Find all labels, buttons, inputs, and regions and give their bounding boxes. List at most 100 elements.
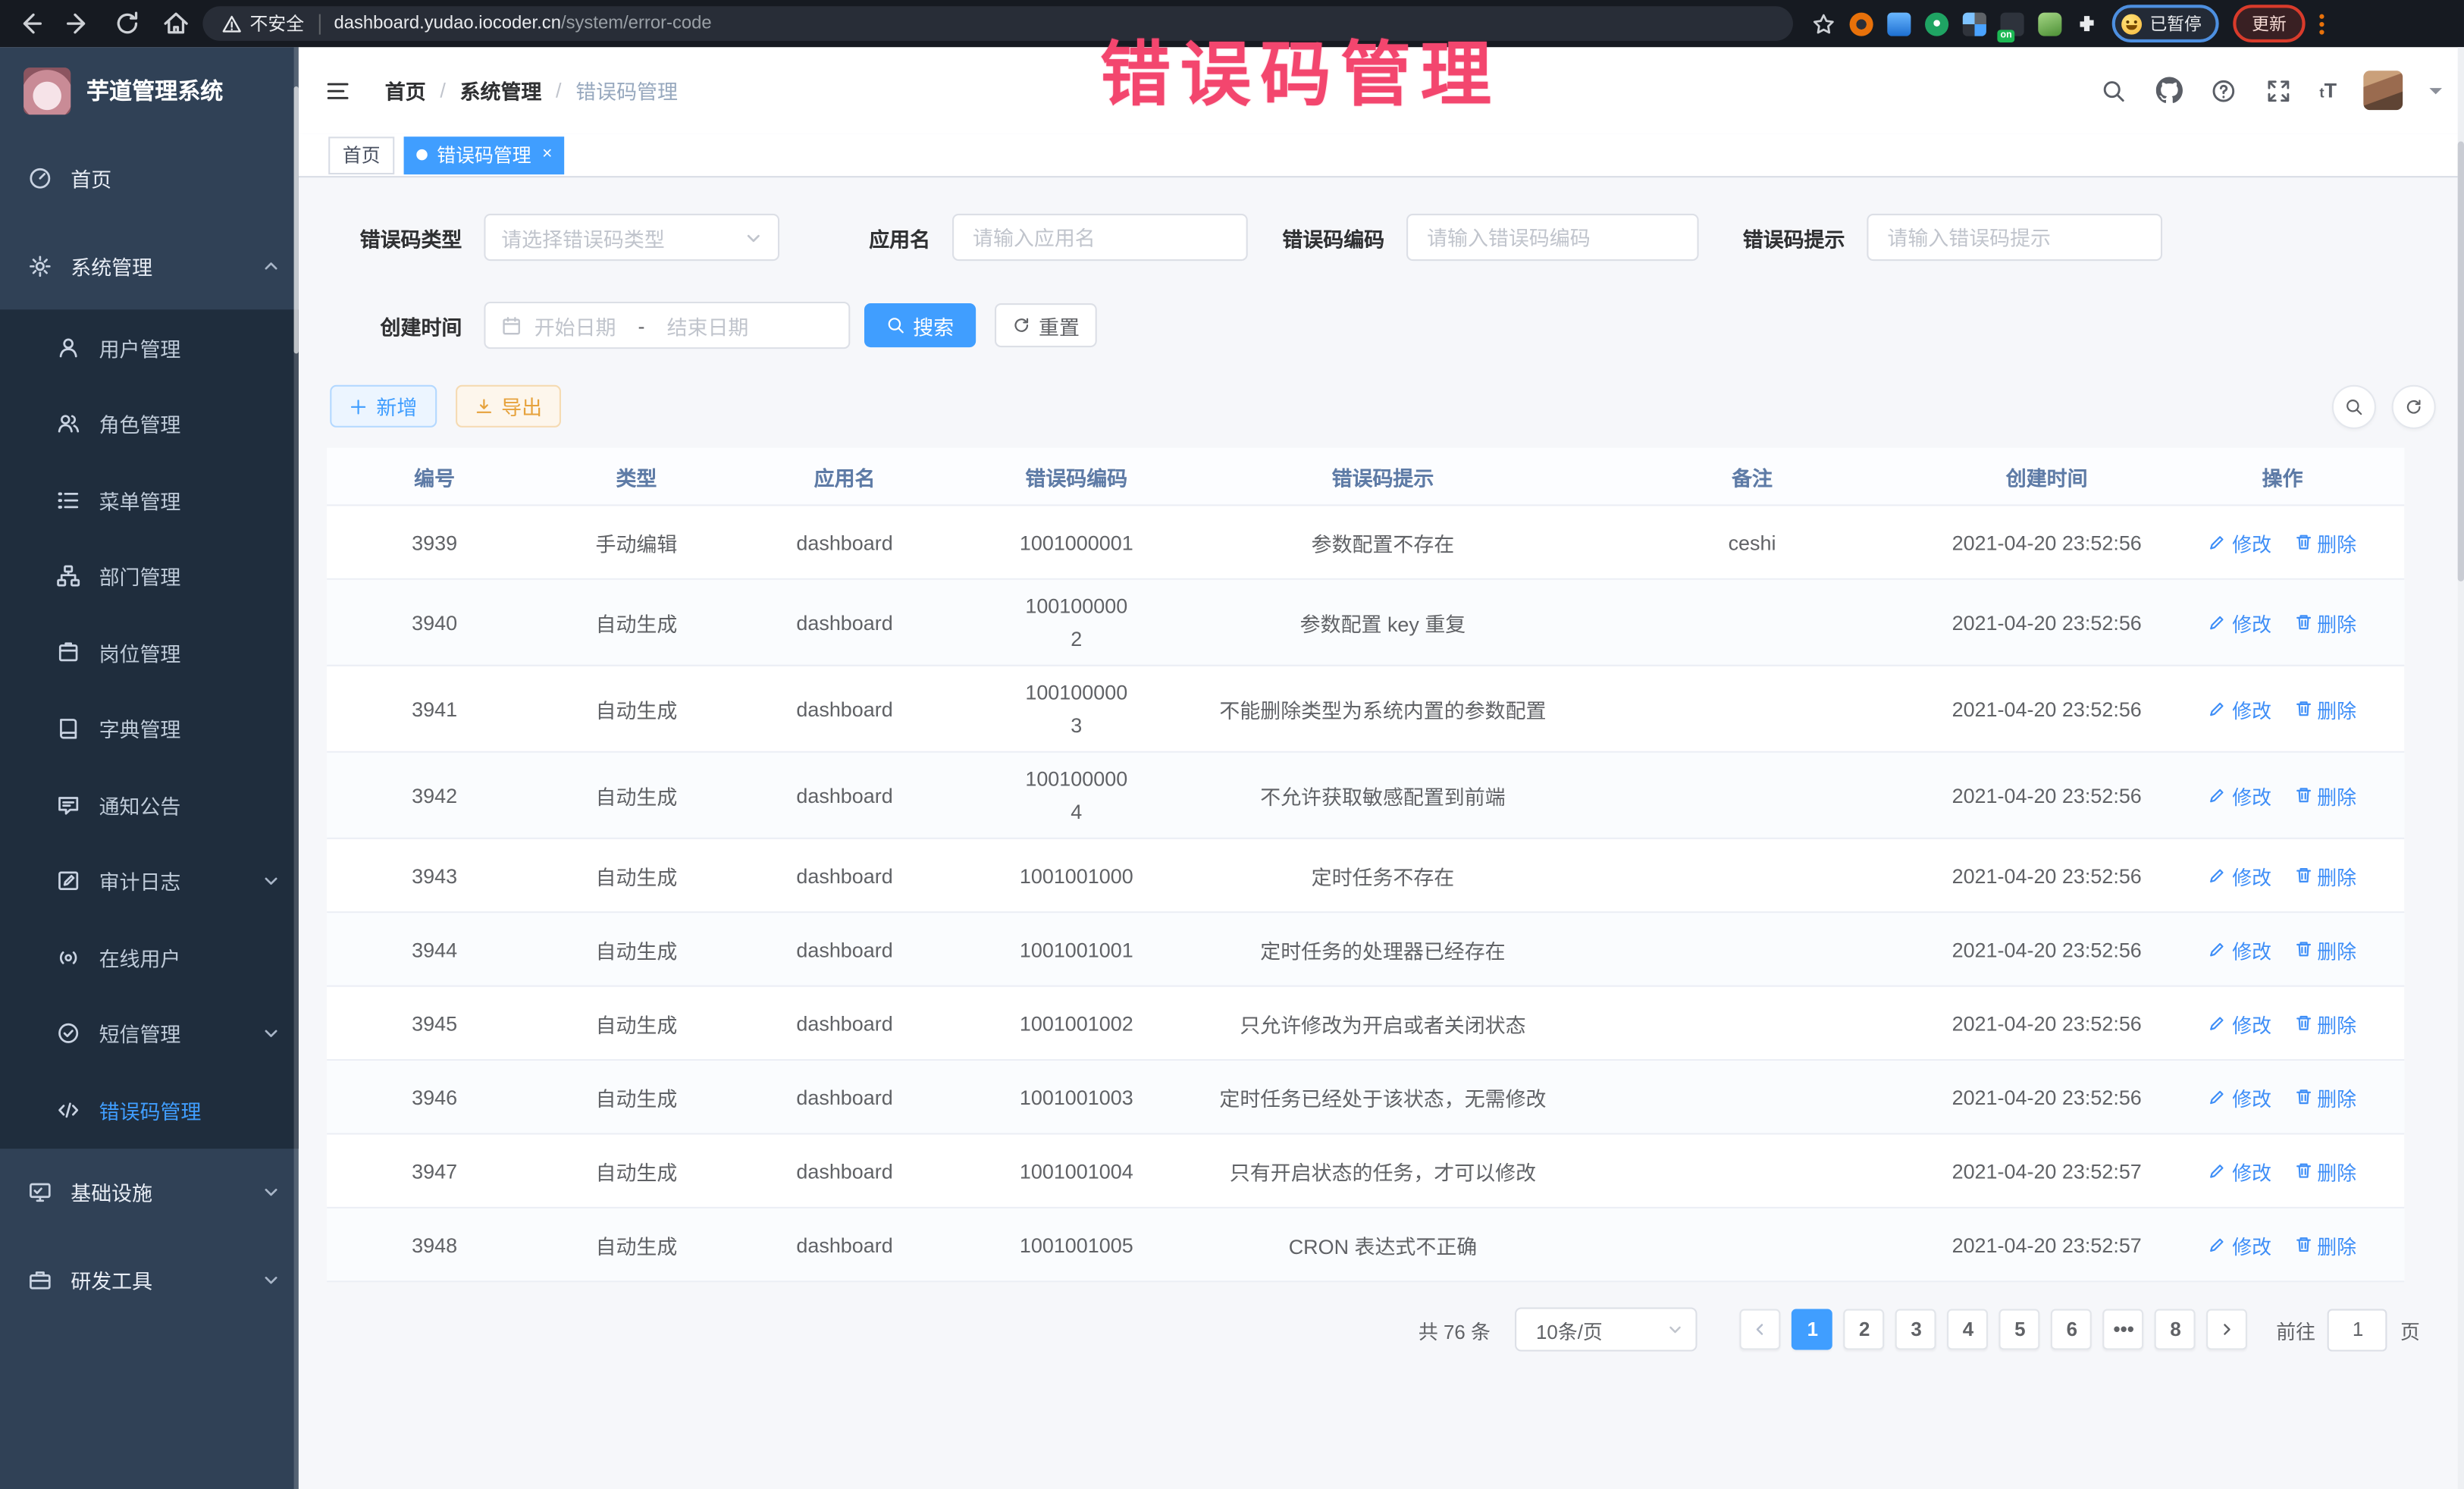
delete-link[interactable]: 删除 [2293,780,2356,810]
extension-icon-gem[interactable] [1887,12,1911,36]
sidebar-item-users[interactable]: 用户管理 [0,309,299,386]
github-icon[interactable] [2155,77,2183,105]
sidebar-item-sms[interactable]: 短信管理 [0,995,299,1072]
next-page-button[interactable] [2207,1309,2248,1350]
search-button[interactable]: 搜索 [864,303,976,347]
extension-icon-grid[interactable] [1963,12,1986,36]
edit-link[interactable]: 修改 [2209,780,2271,810]
delete-link[interactable]: 删除 [2293,1230,2356,1259]
delete-link[interactable]: 删除 [2293,694,2356,723]
edit-link[interactable]: 修改 [2209,1008,2271,1038]
cell-app: dashboard [731,1149,959,1192]
font-size-icon[interactable]: tT [2319,79,2337,102]
sidebar-item-system[interactable]: 系统管理 [0,221,299,309]
back-icon[interactable] [16,9,44,37]
breadcrumb-system[interactable]: 系统管理 [460,75,542,105]
extension-icon-green-check[interactable] [1925,12,1948,36]
app-name-input[interactable] [952,214,1248,261]
home-icon[interactable] [161,9,190,37]
sidebar-item-dev-tools[interactable]: 研发工具 [0,1236,299,1324]
error-hint-input[interactable] [1867,214,2162,261]
error-code-input[interactable] [1406,214,1699,261]
toolbox-icon [28,1268,52,1292]
sidebar-item-posts[interactable]: 岗位管理 [0,614,299,691]
tab-close-icon[interactable]: × [542,146,552,164]
app-window: 不安全 dashboard.yudao.iocoder.cn/system/er… [0,0,2464,1489]
refresh-table-icon[interactable] [2392,384,2436,428]
page-number-button[interactable]: 3 [1896,1309,1937,1350]
extension-icon-orange[interactable] [1850,12,1873,36]
tab-error-code[interactable]: 错误码管理 × [404,136,565,174]
avatar-caret-icon[interactable] [2429,87,2442,100]
profile-paused-badge[interactable]: 已暂停 [2112,5,2219,42]
search-icon[interactable] [2099,77,2127,105]
page-number-button[interactable]: 8 [2155,1309,2196,1350]
page-number-button[interactable]: ••• [2103,1309,2144,1350]
edit-link[interactable]: 修改 [2209,860,2271,890]
edit-link[interactable]: 修改 [2209,694,2271,723]
extension-icon-on-badge[interactable]: on [2001,12,2024,36]
bookmark-star-icon[interactable] [1812,12,1835,36]
fullscreen-icon[interactable] [2265,77,2293,105]
add-button[interactable]: 新增 [330,385,437,428]
extension-icon-key[interactable] [2038,12,2061,36]
edit-link[interactable]: 修改 [2209,607,2271,637]
user-avatar[interactable] [2363,71,2403,110]
page-size-select[interactable]: 10条/页 [1516,1307,1698,1351]
sidebar-item-infrastructure[interactable]: 基础设施 [0,1148,299,1236]
page-number-button[interactable]: 4 [1948,1309,1989,1350]
reset-button[interactable]: 重置 [995,303,1097,347]
forward-icon[interactable] [64,9,92,37]
date-range-picker[interactable]: 开始日期 - 结束日期 [484,302,850,349]
sidebar-item-audit-log[interactable]: 审计日志 [0,843,299,920]
delete-link[interactable]: 删除 [2293,607,2356,637]
menu-list-icon [57,488,80,512]
sidebar-item-roles[interactable]: 角色管理 [0,386,299,462]
window-scrollbar[interactable] [2458,47,2464,1489]
sidebar-item-menus[interactable]: 菜单管理 [0,462,299,538]
page-number-button[interactable]: 1 [1792,1309,1833,1350]
error-type-select[interactable]: 请选择错误码类型 [484,214,779,261]
prev-page-button[interactable] [1740,1309,1781,1350]
delete-link[interactable]: 删除 [2293,1008,2356,1038]
cell-type: 自动生成 [542,998,731,1047]
sidebar-item-home[interactable]: 首页 [0,133,299,221]
help-icon[interactable] [2209,77,2237,105]
sidebar-scrollbar[interactable] [294,47,299,1489]
edit-link[interactable]: 修改 [2209,1230,2271,1259]
hamburger-icon[interactable] [325,78,350,103]
delete-link[interactable]: 删除 [2293,860,2356,890]
sidebar-item-notices[interactable]: 通知公告 [0,766,299,843]
breadcrumb-home[interactable]: 首页 [385,75,426,105]
page-number-button[interactable]: 2 [1844,1309,1885,1350]
sidebar-item-departments[interactable]: 部门管理 [0,538,299,615]
sidebar-item-dictionary[interactable]: 字典管理 [0,691,299,767]
edit-link[interactable]: 修改 [2209,1155,2271,1185]
delete-link[interactable]: 删除 [2293,934,2356,964]
delete-link[interactable]: 删除 [2293,1155,2356,1185]
show-search-toggle-icon[interactable] [2332,384,2376,428]
delete-link[interactable]: 删除 [2293,527,2356,556]
edit-link[interactable]: 修改 [2209,527,2271,556]
cell-code: 1001001003 [958,1071,1194,1123]
edit-link[interactable]: 修改 [2209,934,2271,964]
delete-link[interactable]: 删除 [2293,1082,2356,1111]
trash-icon [2293,533,2312,552]
page-number-button[interactable]: 6 [2052,1309,2093,1350]
edit-link[interactable]: 修改 [2209,1082,2271,1111]
goto-page-input[interactable] [2328,1309,2388,1351]
browser-menu-kebab-icon[interactable] [2319,14,2324,34]
sidebar-item-error-code[interactable]: 错误码管理 [0,1072,299,1149]
address-bar[interactable]: 不安全 dashboard.yudao.iocoder.cn/system/er… [202,6,1793,41]
browser-update-button[interactable]: 更新 [2233,5,2305,42]
export-button[interactable]: 导出 [456,385,561,428]
edit-pencil-icon [2209,1014,2227,1033]
app-logo[interactable]: 芋道管理系统 [0,47,299,133]
sidebar-item-online-users[interactable]: 在线用户 [0,920,299,996]
tab-home[interactable]: 首页 [328,136,394,174]
pagination-total: 共 76 条 [1419,1315,1491,1344]
reload-icon[interactable] [113,9,141,37]
page-number-button[interactable]: 5 [1999,1309,2040,1350]
cell-type: 自动生成 [542,925,731,973]
extensions-puzzle-icon[interactable] [2076,13,2098,35]
